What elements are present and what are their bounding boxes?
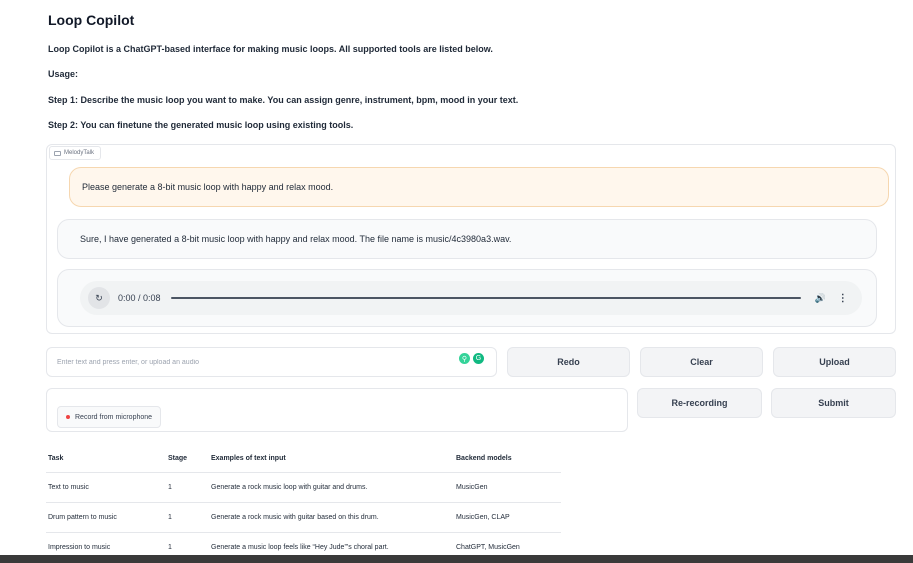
chatbot-panel: MelodyTalk Please generate a 8-bit music… <box>46 144 896 334</box>
message-input[interactable] <box>46 347 497 377</box>
replay-icon: ↻ <box>95 292 103 303</box>
table-header-row: Task Stage Examples of text input Backen… <box>46 446 561 473</box>
table-cell: MusicGen <box>454 472 561 503</box>
record-button[interactable]: Record from microphone <box>57 406 162 428</box>
table-header: Backend models <box>454 446 561 473</box>
record-button-label: Record from microphone <box>75 413 153 421</box>
table-cell: Text to music <box>46 472 166 503</box>
table-row: Text to music 1 Generate a rock music lo… <box>46 472 561 503</box>
audio-seek-bar[interactable] <box>170 297 801 299</box>
page: Loop Copilot Loop Copilot is a ChatGPT-b… <box>0 0 913 563</box>
table-cell: 1 <box>166 502 209 533</box>
usage-heading: Usage: <box>48 69 79 79</box>
upload-button[interactable]: Upload <box>773 347 896 377</box>
user-message: Please generate a 8-bit music loop with … <box>69 167 889 207</box>
screen-edge <box>0 555 913 563</box>
table-cell: Drum pattern to music <box>46 502 166 533</box>
audio-player: ↻ 0:00 / 0:08 🔊 ⋮ <box>80 281 862 315</box>
bot-audio-message: ↻ 0:00 / 0:08 🔊 ⋮ <box>57 269 877 327</box>
redo-button[interactable]: Redo <box>507 347 630 377</box>
table-header: Stage <box>166 446 209 473</box>
audio-time: 0:00 / 0:08 <box>118 293 161 303</box>
table-header: Task <box>46 446 166 473</box>
grammar-check-icon[interactable]: G <box>473 353 484 364</box>
location-pin-icon[interactable]: ⚲ <box>459 353 470 364</box>
table-cell: MusicGen, CLAP <box>454 502 561 533</box>
table-cell: Generate a rock music loop with guitar a… <box>209 472 454 503</box>
table-cell: Generate a rock music with guitar based … <box>209 502 454 533</box>
tools-table: Task Stage Examples of text input Backen… <box>46 446 561 563</box>
page-title: Loop Copilot <box>48 12 135 28</box>
more-options-icon[interactable]: ⋮ <box>838 293 848 304</box>
volume-icon[interactable]: 🔊 <box>815 293 826 304</box>
rerecording-button[interactable]: Re-recording <box>637 388 762 418</box>
table-row: Drum pattern to music 1 Generate a rock … <box>46 502 561 533</box>
intro-text: Loop Copilot is a ChatGPT-based interfac… <box>48 44 493 54</box>
step1-text: Step 1: Describe the music loop you want… <box>48 95 519 105</box>
chat-icon <box>54 150 61 156</box>
chatbot-label-text: MelodyTalk <box>64 150 95 156</box>
table-header: Examples of text input <box>209 446 454 473</box>
table-cell: 1 <box>166 472 209 503</box>
submit-button[interactable]: Submit <box>771 388 896 418</box>
bot-message: Sure, I have generated a 8-bit music loo… <box>57 219 877 259</box>
chatbot-label: MelodyTalk <box>49 146 102 160</box>
clear-button[interactable]: Clear <box>640 347 763 377</box>
microphone-panel: Record from microphone <box>46 388 628 432</box>
input-extension-icons: ⚲ G <box>459 353 484 364</box>
step2-text: Step 2: You can finetune the generated m… <box>48 120 354 130</box>
play-button[interactable]: ↻ <box>88 287 110 309</box>
record-dot-icon <box>66 415 70 419</box>
user-message-text: Please generate a 8-bit music loop with … <box>82 182 334 192</box>
bot-message-text: Sure, I have generated a 8-bit music loo… <box>80 234 512 244</box>
